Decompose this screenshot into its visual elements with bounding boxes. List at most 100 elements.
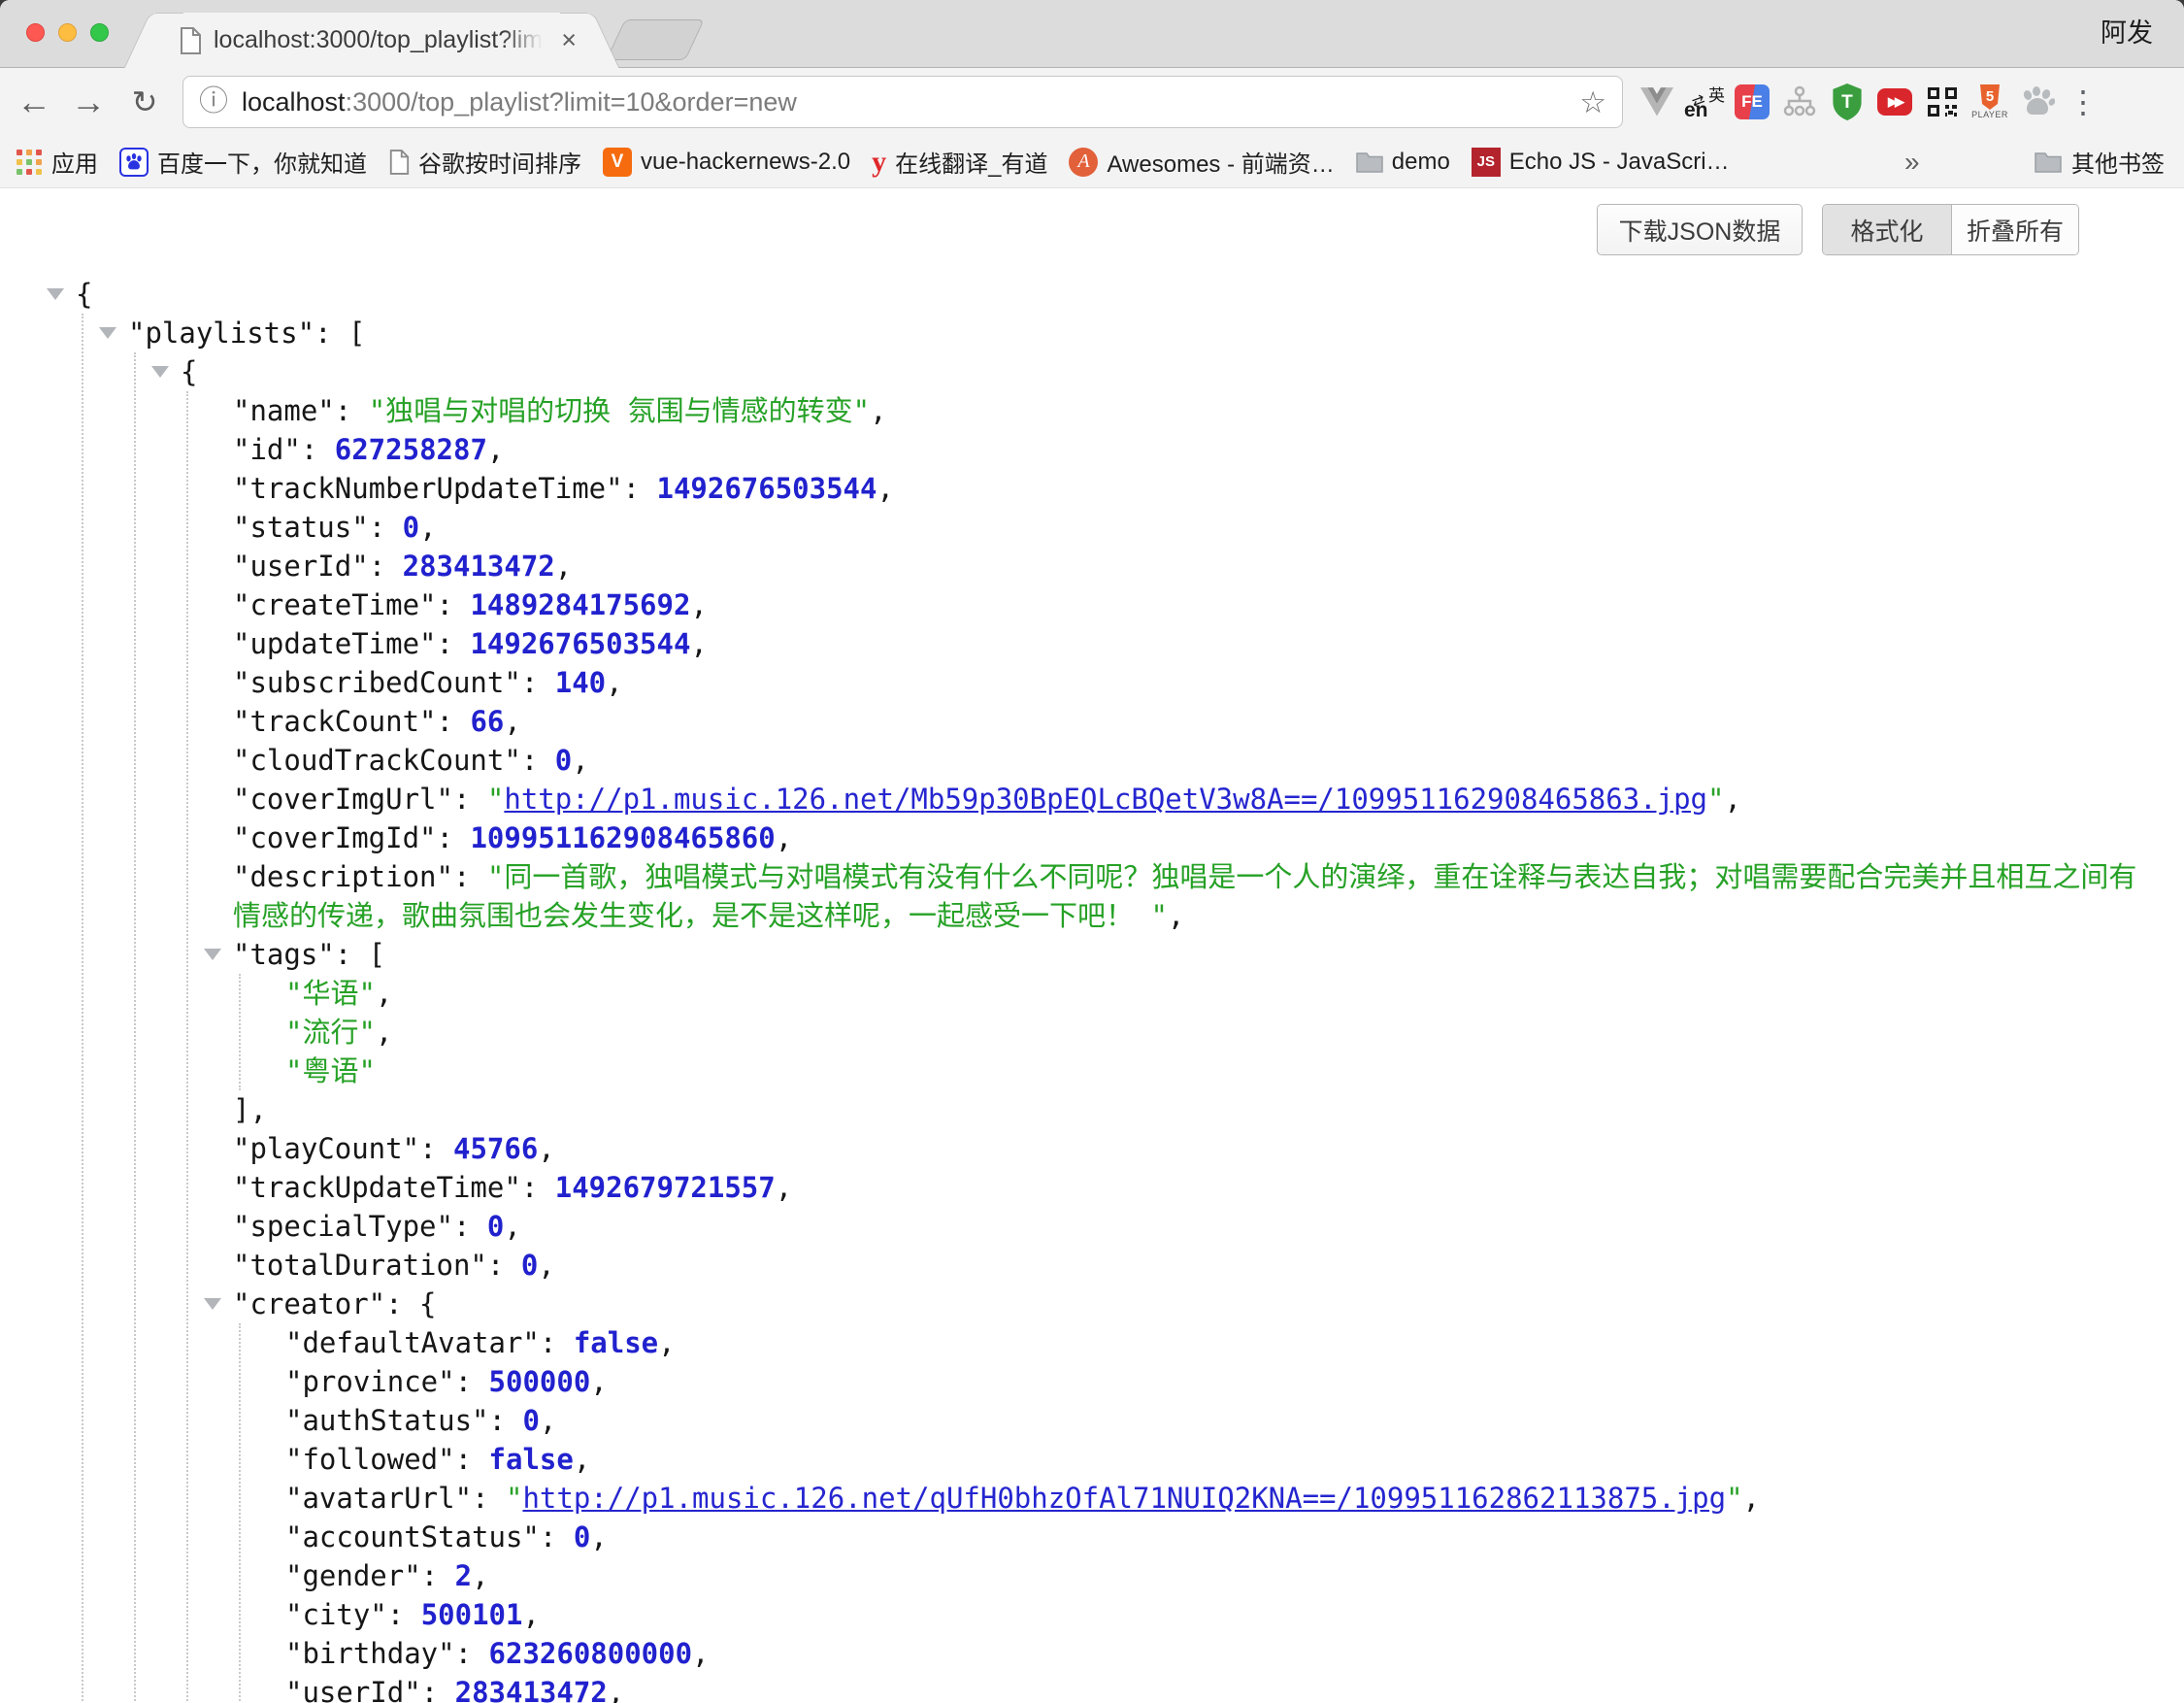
json-token: "avatarUrl" [285,1482,472,1515]
bookmark-echojs[interactable]: JS Echo JS - JavaScri… [1472,148,1730,177]
bookmark-star-icon[interactable]: ☆ [1579,87,1606,117]
json-token: , [1168,899,1184,932]
json-token: " [506,1482,522,1515]
page-info-icon[interactable]: ⓘ [199,87,228,117]
json-token: 283413472 [403,550,555,583]
json-token: , [540,1404,556,1437]
bookmark-label: 百度一下，你就知道 [157,145,367,179]
chrome-menu-icon[interactable]: ⋮ [2062,68,2104,136]
fehelper-icon[interactable]: FE [1732,80,1772,124]
collapse-toggle-icon[interactable] [151,366,169,378]
forward-button[interactable]: → [64,68,113,136]
json-line: "userId": 283413472, [0,547,2184,585]
collapse-toggle-icon[interactable] [47,288,64,300]
collapse-toggle-icon[interactable] [204,949,221,960]
json-token: "updateTime" [233,627,437,660]
extensions-row: en 英 ⇄ FE T ▶▶ [1637,68,2058,136]
qr-code-icon[interactable] [1922,80,1963,124]
json-tree: {"playlists": [{"name": "独唱与对唱的切换 氛围与情感的… [0,275,2184,1703]
translate-icon[interactable]: en 英 ⇄ [1684,82,1725,122]
bookmark-demo[interactable]: demo [1356,149,1450,176]
json-line: "tags": [ [0,935,2184,974]
other-bookmarks-label: 其他书签 [2071,145,2165,179]
browser-tab[interactable]: localhost:3000/top_playlist?lim × [153,13,590,68]
json-line: { [0,275,2184,314]
json-token: : { [385,1287,436,1320]
json-token: : [387,1598,421,1631]
other-bookmarks[interactable]: 其他书签 [2035,145,2165,179]
browser-window: localhost:3000/top_playlist?lim × 阿发 ← →… [0,0,2184,1703]
collapse-all-button[interactable]: 折叠所有 [1952,205,2078,254]
bookmark-baidu[interactable]: 百度一下，你就知道 [119,145,367,179]
sitemap-icon[interactable] [1779,80,1820,124]
json-line: "city": 500101, [0,1595,2184,1634]
folder-icon [2035,151,2062,173]
bookmarks-bar: 应用 百度一下，你就知道 谷歌按时间排序 V vue-hackernews-2.… [0,136,2184,188]
json-token: "authStatus" [285,1404,489,1437]
format-button[interactable]: 格式化 [1823,205,1952,254]
html5-player-icon[interactable]: 5 PLAYER [1969,80,2010,124]
download-json-button[interactable]: 下载JSON数据 [1597,204,1803,255]
paw-icon[interactable] [2017,80,2058,124]
json-token: "trackCount" [233,705,437,738]
fullscreen-window-button[interactable] [90,23,109,42]
json-token: "city" [285,1598,387,1631]
json-token: : [ [314,317,365,350]
json-line: "specialType": 0, [0,1207,2184,1246]
json-line: "粤语" [0,1052,2184,1090]
bookmark-awesomes[interactable]: A Awesomes - 前端资… [1069,145,1334,179]
json-token: false [574,1326,658,1359]
video-downloader-icon[interactable]: ▶▶ [1874,80,1915,124]
close-window-button[interactable] [26,23,45,42]
json-token: 623260800000 [489,1637,693,1670]
json-link[interactable]: http://p1.music.126.net/Mb59p30BpEQLcBQe… [504,783,1707,816]
json-token: "province" [285,1365,455,1398]
collapse-toggle-icon[interactable] [204,1298,221,1310]
collapse-toggle-icon[interactable] [99,327,116,339]
json-line: "defaultAvatar": false, [0,1323,2184,1362]
json-token: 1492676503544 [470,627,690,660]
bookmark-google-sort[interactable]: 谷歌按时间排序 [388,145,581,179]
tampermonkey-icon[interactable]: T [1827,80,1868,124]
json-token: 1489284175692 [470,588,690,621]
view-mode-segment: 格式化 折叠所有 [1822,204,2079,255]
json-token: "同一首歌，独唱模式与对唱模式有没有什么不同呢？独唱是一个人的演绎，重在诠释与表… [233,860,2136,932]
reload-button[interactable]: ↻ [120,68,169,136]
json-token: : [455,1443,489,1476]
profile-name[interactable]: 阿发 [2101,12,2153,50]
vue-devtools-icon[interactable] [1637,80,1677,124]
json-token: "独唱与对唱的切换 氛围与情感的转变" [369,394,870,427]
json-token: 109951162908465860 [470,821,775,854]
tab-close-icon[interactable]: × [557,27,580,53]
url-text[interactable]: localhost:3000/top_playlist?limit=10&ord… [242,87,797,117]
bookmark-youdao[interactable]: y 在线翻译_有道 [872,145,1047,179]
json-line: "id": 627258287, [0,430,2184,469]
json-token: , [776,821,792,854]
bookmark-label: 应用 [51,145,98,179]
new-tab-button[interactable] [606,19,705,60]
bookmark-vue-hackernews[interactable]: V vue-hackernews-2.0 [603,148,850,177]
minimize-window-button[interactable] [58,23,77,42]
json-token: "userId" [233,550,369,583]
json-line: "trackCount": 66, [0,702,2184,741]
back-button[interactable]: ← [10,68,58,136]
json-line: "authStatus": 0, [0,1401,2184,1440]
json-token: : [ [335,938,385,971]
address-bar[interactable]: ⓘ localhost:3000/top_playlist?limit=10&o… [182,76,1623,128]
json-token: "name" [233,394,335,427]
json-line: "subscribedCount": 140, [0,663,2184,702]
baidu-paw-icon [119,148,149,177]
json-token: "subscribedCount" [233,666,521,699]
json-token: "createTime" [233,588,437,621]
bookmarks-overflow-chevron[interactable]: » [1904,147,1920,178]
bookmark-apps[interactable]: 应用 [16,145,98,179]
bookmark-label: demo [1392,149,1450,176]
json-token: , [776,1171,792,1204]
json-line: "creator": { [0,1285,2184,1323]
json-line: "totalDuration": 0, [0,1246,2184,1285]
json-link[interactable]: http://p1.music.126.net/qUfH0bhzOfAl71NU… [522,1482,1726,1515]
json-token: { [181,355,197,388]
awesomes-icon: A [1069,148,1098,177]
json-token: , [522,1598,539,1631]
json-token: , [538,1249,554,1282]
